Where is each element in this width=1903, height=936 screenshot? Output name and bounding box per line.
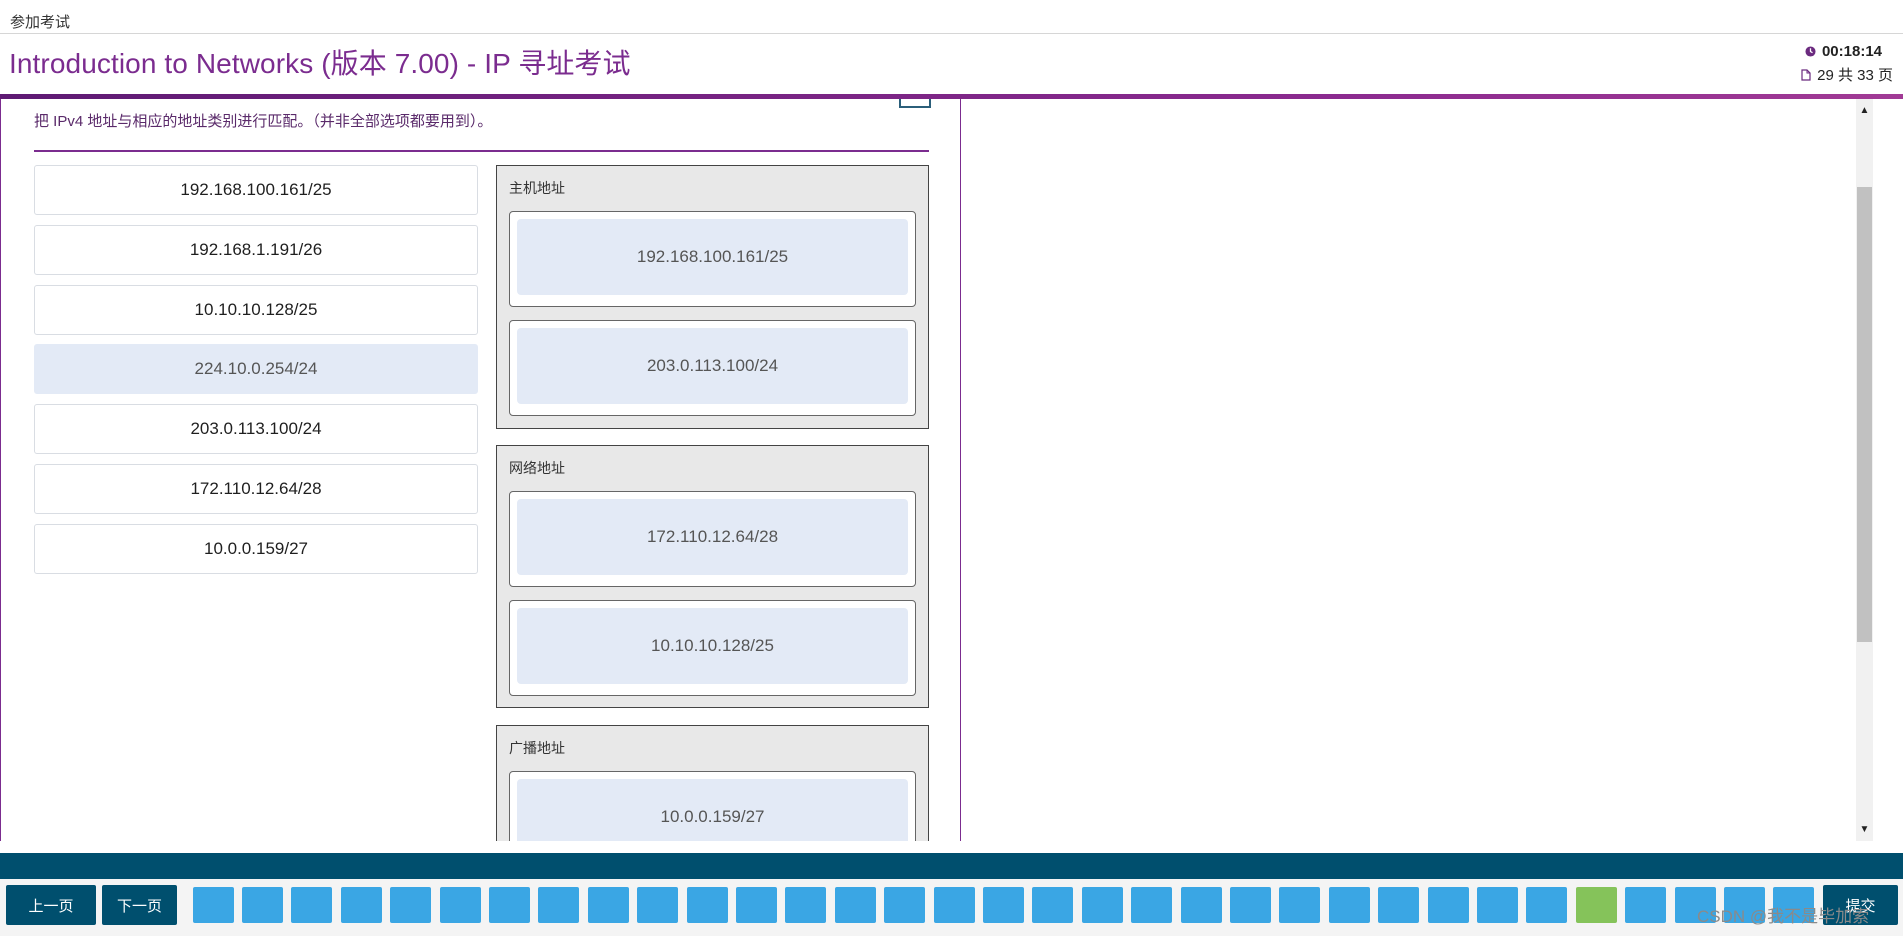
- vertical-scrollbar[interactable]: ▲ ▼: [1856, 99, 1873, 841]
- expand-icon[interactable]: [899, 99, 931, 108]
- question-nav-button[interactable]: [934, 887, 975, 923]
- drop-slot[interactable]: 10.10.10.128/25: [509, 600, 916, 696]
- question-nav-button[interactable]: [1131, 887, 1172, 923]
- instruction-divider: [34, 150, 929, 152]
- drop-slot[interactable]: 203.0.113.100/24: [509, 320, 916, 416]
- drag-option[interactable]: 192.168.1.191/26: [34, 225, 478, 275]
- next-page-button[interactable]: 下一页: [102, 885, 177, 925]
- question-nav-button[interactable]: [884, 887, 925, 923]
- question-nav-button[interactable]: [440, 887, 481, 923]
- question-nav-button[interactable]: [341, 887, 382, 923]
- question-nav-button[interactable]: [1625, 887, 1666, 923]
- drag-option[interactable]: 10.0.0.159/27: [34, 524, 478, 574]
- placed-item[interactable]: 172.110.12.64/28: [517, 499, 908, 575]
- timer: 00:18:14: [1805, 43, 1882, 60]
- drag-option[interactable]: 10.10.10.128/25: [34, 285, 478, 335]
- drag-option-placed[interactable]: 224.10.0.254/24: [34, 344, 478, 394]
- exam-footer: 上一页 下一页 提交 CSDN @我不是毕加索: [0, 879, 1903, 936]
- question-nav-button[interactable]: [1378, 887, 1419, 923]
- question-nav-button[interactable]: [1181, 887, 1222, 923]
- placed-item[interactable]: 10.10.10.128/25: [517, 608, 908, 684]
- question-nav-button[interactable]: [489, 887, 530, 923]
- question-nav-button[interactable]: [538, 887, 579, 923]
- drop-slot[interactable]: 172.110.12.64/28: [509, 491, 916, 587]
- question-nav-button[interactable]: [1279, 887, 1320, 923]
- category-host-address: 主机地址 192.168.100.161/25 203.0.113.100/24: [496, 165, 929, 429]
- drag-option[interactable]: 192.168.100.161/25: [34, 165, 478, 215]
- question-nav-button[interactable]: [1230, 887, 1271, 923]
- placed-item[interactable]: 10.0.0.159/27: [517, 779, 908, 841]
- question-nav-button[interactable]: [785, 887, 826, 923]
- window-titlebar: 参加考试: [0, 0, 1903, 34]
- question-nav-button-current[interactable]: [1576, 887, 1617, 923]
- progress-band: [0, 853, 1903, 879]
- clock-icon: [1805, 46, 1816, 57]
- scrollbar-thumb[interactable]: [1857, 187, 1872, 642]
- question-nav-button[interactable]: [1526, 887, 1567, 923]
- category-label: 广播地址: [509, 740, 565, 756]
- drag-option[interactable]: 172.110.12.64/28: [34, 464, 478, 514]
- question-nav-button[interactable]: [1428, 887, 1469, 923]
- placed-item[interactable]: 203.0.113.100/24: [517, 328, 908, 404]
- question-nav-button[interactable]: [1032, 887, 1073, 923]
- placed-item[interactable]: 192.168.100.161/25: [517, 219, 908, 295]
- scroll-up-arrow-icon[interactable]: ▲: [1856, 105, 1873, 116]
- page-title: Introduction to Networks (版本 7.00) - IP …: [9, 48, 631, 79]
- scroll-down-arrow-icon[interactable]: ▼: [1856, 824, 1873, 835]
- category-broadcast-address: 广播地址 10.0.0.159/27: [496, 725, 929, 841]
- drag-option[interactable]: 203.0.113.100/24: [34, 404, 478, 454]
- watermark: CSDN @我不是毕加索: [1697, 907, 1870, 926]
- question-nav-button[interactable]: [390, 887, 431, 923]
- question-nav-button[interactable]: [1082, 887, 1123, 923]
- question-nav-button[interactable]: [835, 887, 876, 923]
- question-pane: 把 IPv4 地址与相应的地址类别进行匹配。（并非全部选项都要用到）。 192.…: [0, 99, 961, 841]
- exam-header: Introduction to Networks (版本 7.00) - IP …: [0, 34, 1903, 94]
- question-nav-button[interactable]: [291, 887, 332, 923]
- prev-page-button[interactable]: 上一页: [6, 885, 96, 925]
- window-label: 参加考试: [10, 14, 71, 31]
- timer-value: 00:18:14: [1821, 43, 1882, 60]
- question-instruction: 把 IPv4 地址与相应的地址类别进行匹配。（并非全部选项都要用到）。: [34, 113, 493, 130]
- page-count-value: 29 共 33 页: [1817, 67, 1893, 84]
- question-nav-button[interactable]: [242, 887, 283, 923]
- question-nav-button[interactable]: [1329, 887, 1370, 923]
- drop-slot[interactable]: 192.168.100.161/25: [509, 211, 916, 307]
- question-nav-button[interactable]: [637, 887, 678, 923]
- category-label: 网络地址: [509, 460, 565, 476]
- question-nav-button[interactable]: [193, 887, 234, 923]
- drop-slot[interactable]: 10.0.0.159/27: [509, 771, 916, 841]
- category-label: 主机地址: [509, 180, 565, 196]
- question-nav-button[interactable]: [588, 887, 629, 923]
- question-nav-button[interactable]: [687, 887, 728, 923]
- question-nav-button[interactable]: [1477, 887, 1518, 923]
- question-nav-button[interactable]: [983, 887, 1024, 923]
- category-network-address: 网络地址 172.110.12.64/28 10.10.10.128/25: [496, 445, 929, 708]
- page-count: 29 共 33 页: [1801, 64, 1893, 85]
- question-nav-button[interactable]: [736, 887, 777, 923]
- document-icon: [1801, 68, 1811, 81]
